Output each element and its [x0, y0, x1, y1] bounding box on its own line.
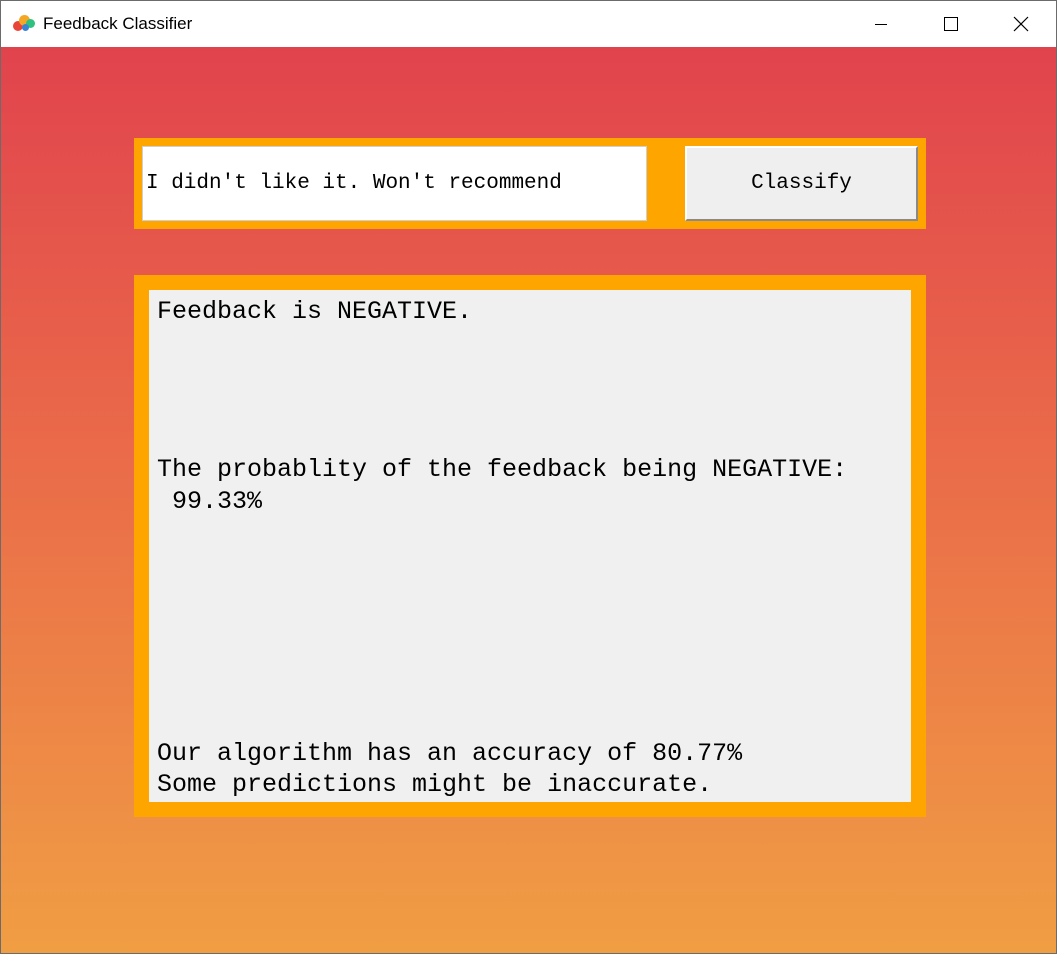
window-controls	[846, 1, 1056, 47]
classify-button[interactable]: Classify	[685, 146, 918, 221]
app-icon	[13, 14, 37, 34]
result-panel: Feedback is NEGATIVE. The probablity of …	[149, 290, 911, 802]
app-window: Feedback Classifier I didn't like it. Wo…	[0, 0, 1057, 954]
probability-value: 99.33%	[157, 487, 263, 516]
close-icon	[1013, 16, 1029, 32]
probability-label: The probablity of the feedback being NEG…	[157, 455, 848, 484]
result-frame: Feedback is NEGATIVE. The probablity of …	[134, 275, 926, 817]
accuracy-note: Our algorithm has an accuracy of 80.77%	[157, 739, 743, 768]
window-title: Feedback Classifier	[43, 14, 193, 33]
title-bar[interactable]: Feedback Classifier	[1, 1, 1056, 47]
minimize-button[interactable]	[846, 1, 916, 47]
maximize-button[interactable]	[916, 1, 986, 47]
result-verdict: Feedback is NEGATIVE.	[157, 297, 473, 326]
classify-button-label: Classify	[751, 172, 852, 195]
disclaimer: Some predictions might be inaccurate.	[157, 770, 713, 799]
input-frame: Classify	[134, 138, 926, 229]
maximize-icon	[944, 17, 958, 31]
feedback-input[interactable]	[142, 146, 647, 221]
client-area: Classify Feedback is NEGATIVE. The proba…	[1, 47, 1056, 953]
minimize-icon	[875, 24, 887, 25]
close-button[interactable]	[986, 1, 1056, 47]
